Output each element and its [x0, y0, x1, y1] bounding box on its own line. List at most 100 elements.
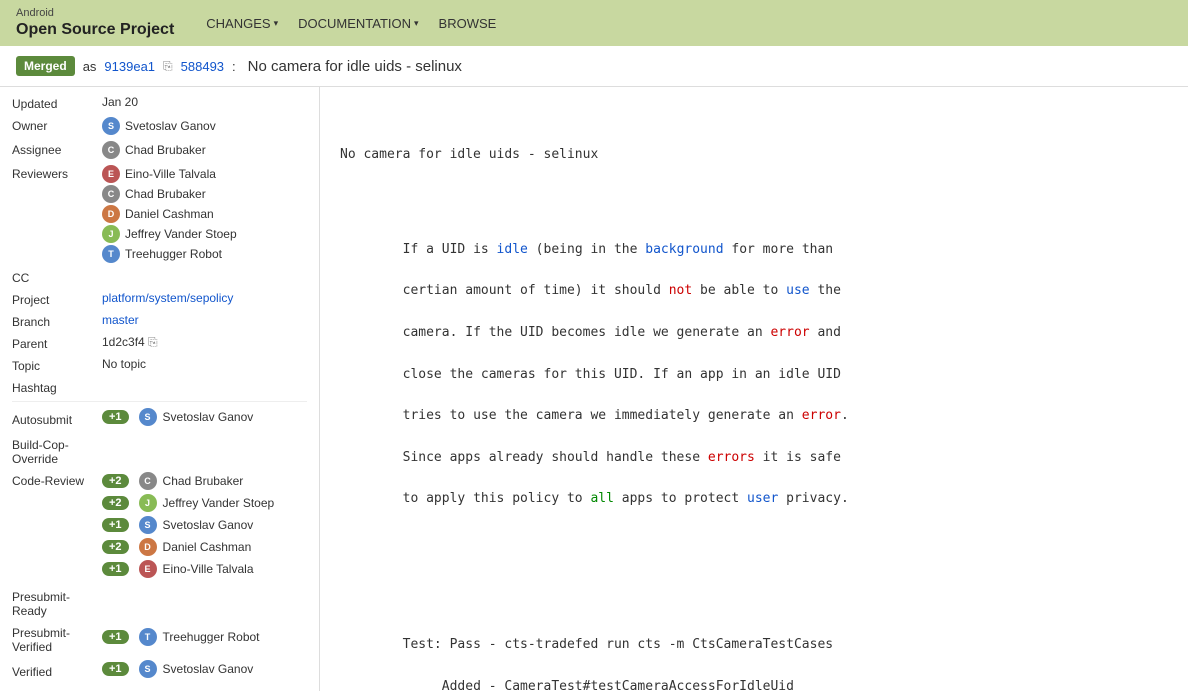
hashtag-row: Hashtag — [12, 379, 307, 395]
branch-link[interactable]: master — [102, 313, 139, 327]
list-item: +2 C Chad Brubaker — [102, 472, 274, 490]
code-review-votes: +2 C Chad Brubaker +2 J Jeffrey Vander S… — [102, 472, 274, 582]
vote-badge: +1 — [102, 662, 129, 676]
avatar: S — [102, 117, 120, 135]
voter-name: Eino-Ville Talvala — [163, 562, 254, 576]
avatar: E — [139, 560, 157, 578]
commit-message: No camera for idle uids - selinux If a U… — [340, 103, 1168, 691]
branch-row: Branch master — [12, 313, 307, 329]
verified-votes: +1 S Svetoslav Ganov — [102, 660, 253, 682]
branch-label: Branch — [12, 313, 102, 329]
assignee-label: Assignee — [12, 141, 102, 157]
test-line2: Added - CameraTest#testCameraAccessForId… — [403, 679, 794, 691]
build-cop-row: Build-Cop-Override — [12, 436, 307, 466]
reviewers-list: E Eino-Ville Talvala C Chad Brubaker D D… — [102, 165, 237, 263]
cc-row: CC — [12, 269, 307, 285]
voter-name: Chad Brubaker — [163, 474, 244, 488]
chevron-down-icon: ▾ — [414, 18, 419, 29]
list-item: +2 J Jeffrey Vander Stoep — [102, 494, 274, 512]
list-item: C Chad Brubaker — [102, 185, 237, 203]
reviewers-label: Reviewers — [12, 165, 102, 181]
list-item: T Treehugger Robot — [102, 245, 237, 263]
vote-badge: +1 — [102, 410, 129, 424]
parent-row: Parent 1d2c3f4 ⎘ — [12, 335, 307, 351]
copy-icon[interactable]: ⎘ — [148, 335, 158, 349]
avatar: D — [139, 538, 157, 556]
reviewers-row: Reviewers E Eino-Ville Talvala C Chad Br… — [12, 165, 307, 263]
autosubmit-row: Autosubmit +1 S Svetoslav Ganov — [12, 408, 307, 430]
nav-changes[interactable]: CHANGES ▾ — [206, 16, 278, 31]
reviewer-name: Daniel Cashman — [125, 207, 214, 221]
main-nav: CHANGES ▾ DOCUMENTATION ▾ BROWSE — [206, 16, 496, 31]
list-item: +1 E Eino-Ville Talvala — [102, 560, 274, 578]
autosubmit-votes: +1 S Svetoslav Ganov — [102, 408, 253, 430]
reviewer-name: Chad Brubaker — [125, 187, 206, 201]
list-item: J Jeffrey Vander Stoep — [102, 225, 237, 243]
verified-label: Verified — [12, 663, 102, 679]
updated-row: Updated Jan 20 — [12, 95, 307, 111]
topic-value: No topic — [102, 357, 307, 371]
avatar: C — [102, 141, 120, 159]
presubmit-verified-row: Presubmit-Verified +1 T Treehugger Robot — [12, 624, 307, 654]
list-item: +2 D Daniel Cashman — [102, 538, 274, 556]
owner-label: Owner — [12, 117, 102, 133]
presubmit-ready-row: Presubmit-Ready — [12, 588, 307, 618]
avatar: J — [102, 225, 120, 243]
copy-icon[interactable]: ⎘ — [163, 59, 173, 74]
commit-id-link[interactable]: 9139ea1 — [104, 59, 155, 74]
commit-title: No camera for idle uids - selinux — [340, 145, 1168, 166]
avatar: E — [102, 165, 120, 183]
android-label: Android — [16, 7, 174, 20]
list-item: +1 S Svetoslav Ganov — [102, 660, 253, 678]
title-separator: : — [232, 59, 236, 74]
chevron-down-icon: ▾ — [274, 18, 279, 29]
presubmit-ready-label: Presubmit-Ready — [12, 588, 102, 618]
hashtag-label: Hashtag — [12, 379, 102, 395]
reviewer-name: Treehugger Robot — [125, 247, 222, 261]
project-label: Project — [12, 291, 102, 307]
build-cop-label: Build-Cop-Override — [12, 436, 102, 466]
voter-name: Jeffrey Vander Stoep — [163, 496, 275, 510]
avatar: J — [139, 494, 157, 512]
vote-badge: +2 — [102, 540, 129, 554]
sub-header: Merged as 9139ea1 ⎘ 588493 :No camera fo… — [0, 46, 1188, 87]
nav-browse[interactable]: BROWSE — [439, 16, 497, 31]
updated-label: Updated — [12, 95, 102, 111]
test-line1: Test: Pass - cts-tradefed run cts -m Cts… — [403, 637, 833, 652]
avatar: C — [102, 185, 120, 203]
list-item: +1 S Svetoslav Ganov — [102, 408, 253, 426]
vote-badge: +2 — [102, 474, 129, 488]
parent-label: Parent — [12, 335, 102, 351]
presubmit-verified-label: Presubmit-Verified — [12, 624, 102, 654]
list-item: E Eino-Ville Talvala — [102, 165, 237, 183]
owner-row: Owner S Svetoslav Ganov — [12, 117, 307, 135]
project-link[interactable]: platform/system/sepolicy — [102, 291, 233, 305]
voter-name: Svetoslav Ganov — [163, 518, 254, 532]
logo: Android Open Source Project — [16, 7, 174, 39]
change-number-link[interactable]: 588493 — [181, 59, 224, 74]
avatar: S — [139, 408, 157, 426]
reviewer-name: Jeffrey Vander Stoep — [125, 227, 237, 241]
reviewer-name: Eino-Ville Talvala — [125, 167, 216, 181]
vote-badge: +1 — [102, 630, 129, 644]
vote-badge: +2 — [102, 496, 129, 510]
voter-name: Svetoslav Ganov — [163, 662, 254, 676]
avatar: C — [139, 472, 157, 490]
avatar: D — [102, 205, 120, 223]
cc-label: CC — [12, 269, 102, 285]
list-item: D Daniel Cashman — [102, 205, 237, 223]
updated-value: Jan 20 — [102, 95, 307, 109]
nav-documentation[interactable]: DOCUMENTATION ▾ — [298, 16, 418, 31]
test-lines: Test: Pass - cts-tradefed run cts -m Cts… — [340, 614, 1168, 691]
topic-row: Topic No topic — [12, 357, 307, 373]
avatar: T — [102, 245, 120, 263]
avatar: S — [139, 660, 157, 678]
left-panel: Updated Jan 20 Owner S Svetoslav Ganov A… — [0, 87, 320, 691]
change-title: No camera for idle uids - selinux — [248, 58, 462, 75]
commit-body: If a UID is idle (being in the backgroun… — [340, 219, 1168, 531]
autosubmit-label: Autosubmit — [12, 411, 102, 427]
list-item: +1 T Treehugger Robot — [102, 628, 260, 646]
vote-badge: +1 — [102, 518, 129, 532]
avatar: S — [139, 516, 157, 534]
project-row: Project platform/system/sepolicy — [12, 291, 307, 307]
